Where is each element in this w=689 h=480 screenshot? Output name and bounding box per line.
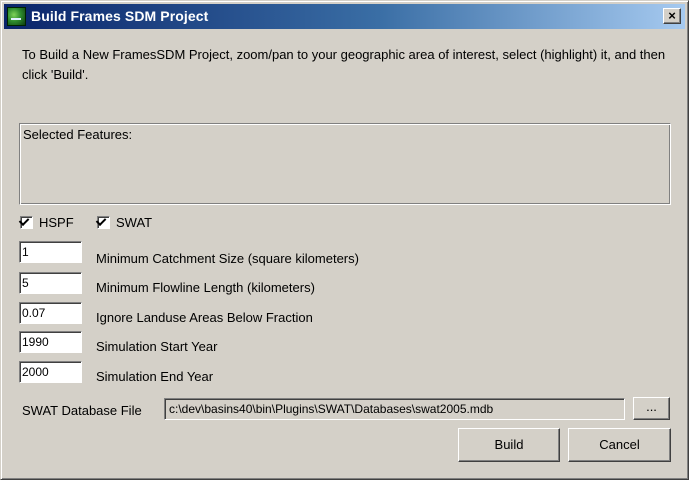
selected-features-label: Selected Features:: [23, 127, 133, 142]
end-year-input[interactable]: [19, 361, 82, 383]
end-year-label: Simulation End Year: [96, 369, 214, 384]
min-flowline-length-label: Minimum Flowline Length (kilometers): [96, 280, 315, 295]
hspf-checkbox-box[interactable]: [18, 215, 33, 229]
selected-features-box: Selected Features:: [19, 123, 671, 205]
build-button[interactable]: Build: [458, 428, 560, 462]
browse-button[interactable]: ...: [633, 397, 670, 420]
build-frames-dialog: Build Frames SDM Project × To Build a Ne…: [0, 0, 689, 480]
start-year-label: Simulation Start Year: [96, 339, 218, 354]
checkmark-icon: [95, 215, 107, 226]
swat-database-path-field[interactable]: [164, 398, 625, 420]
instructions-text: To Build a New FramesSDM Project, zoom/p…: [22, 47, 666, 82]
window-title: Build Frames SDM Project: [31, 8, 209, 24]
close-button[interactable]: ×: [663, 8, 681, 24]
close-icon: ×: [668, 8, 676, 23]
landuse-fraction-input[interactable]: [19, 302, 82, 324]
start-year-input[interactable]: [19, 331, 82, 353]
swat-label: SWAT: [116, 215, 153, 230]
min-flowline-length-input[interactable]: [19, 272, 82, 294]
landuse-fraction-label: Ignore Landuse Areas Below Fraction: [96, 310, 313, 325]
app-map-icon: [7, 7, 26, 26]
swat-database-label: SWAT Database File: [22, 403, 142, 418]
cancel-button[interactable]: Cancel: [568, 428, 671, 462]
title-bar[interactable]: Build Frames SDM Project ×: [4, 4, 685, 29]
checkmark-icon: [18, 215, 30, 226]
min-catchment-size-input[interactable]: [19, 241, 82, 263]
swat-checkbox-box[interactable]: [95, 215, 110, 229]
hspf-label: HSPF: [39, 215, 74, 230]
min-catchment-size-label: Minimum Catchment Size (square kilometer…: [96, 251, 359, 266]
